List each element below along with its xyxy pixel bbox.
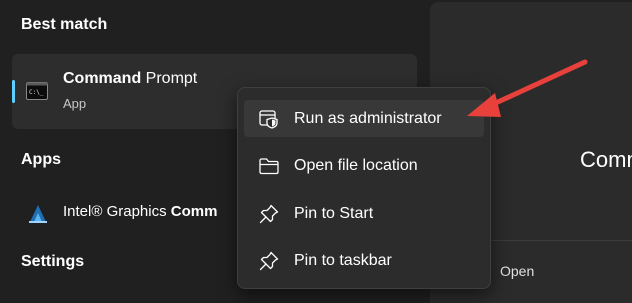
menu-item-label: Pin to taskbar (294, 252, 392, 269)
best-match-subtitle: App (63, 96, 87, 111)
menu-item-label: Pin to Start (294, 205, 374, 222)
details-panel-title: Comm (580, 147, 632, 172)
best-match-title: Command Prompt (63, 70, 198, 87)
menu-item-open-file-location[interactable]: Open file location (244, 147, 484, 184)
menu-item-pin-to-taskbar[interactable]: Pin to taskbar (244, 242, 484, 279)
menu-item-pin-to-start[interactable]: Pin to Start (244, 195, 484, 232)
section-heading-apps: Apps (21, 151, 61, 168)
command-prompt-icon: C:\_ (26, 82, 48, 100)
apps-result-label: Intel® Graphics Comm (63, 203, 218, 220)
menu-item-label: Open file location (294, 157, 418, 174)
selection-indicator (12, 80, 15, 103)
open-action[interactable]: Open (500, 263, 534, 279)
section-heading-settings: Settings (21, 253, 85, 270)
pin-icon (259, 251, 279, 271)
folder-icon (259, 158, 279, 175)
intel-graphics-icon (29, 205, 47, 223)
shield-admin-icon (259, 110, 278, 129)
menu-item-label: Run as administrator (294, 110, 442, 127)
context-menu: Run as administrator Open file location … (237, 87, 491, 289)
pin-icon (259, 204, 279, 224)
svg-text:C:\_: C:\_ (29, 89, 44, 96)
section-heading-best-match: Best match (21, 16, 108, 33)
menu-item-run-as-administrator[interactable]: Run as administrator (244, 100, 484, 137)
